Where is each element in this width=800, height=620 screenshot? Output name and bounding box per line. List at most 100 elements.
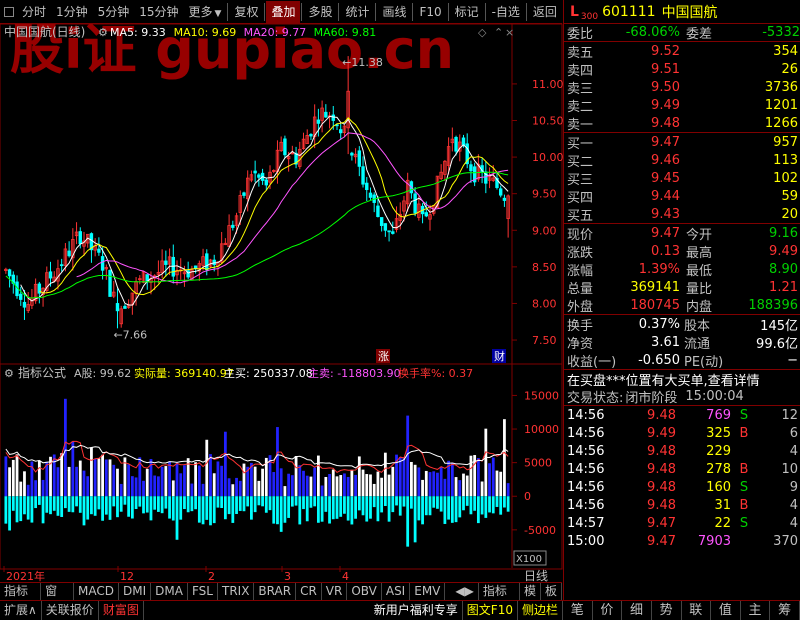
buy-volume-bar xyxy=(97,458,101,497)
period-2-button[interactable]: 5分钟 xyxy=(93,1,135,23)
indicator-tab-4[interactable]: DMA xyxy=(151,583,188,600)
sell-volume-bar xyxy=(428,496,432,516)
indicator-tab-7[interactable]: BRAR xyxy=(254,583,297,600)
tick-row: 14:56 9.48 160 S 9 xyxy=(564,478,800,496)
sell-volume-bar xyxy=(238,496,242,511)
panel-toggle-checkbox[interactable] xyxy=(4,6,14,17)
period-1-button[interactable]: 1分钟 xyxy=(51,1,93,23)
price-tick-label: 9.50 xyxy=(532,188,557,201)
diamond-icon[interactable]: ◇ xyxy=(478,26,487,39)
sell-volume-bar xyxy=(71,496,75,513)
indicator-tab-3[interactable]: DMI xyxy=(119,583,152,600)
tick-volume: 325 xyxy=(706,425,731,441)
right-tab-2[interactable]: 细 xyxy=(622,601,652,620)
bottom-right-item-1[interactable]: 图文F10 xyxy=(463,601,518,620)
right-tab-3[interactable]: 势 xyxy=(652,601,682,620)
indicator-tab-0[interactable]: 指标A xyxy=(0,583,42,615)
tool-0-button[interactable]: 复权 xyxy=(229,1,263,23)
candle-body xyxy=(171,256,175,277)
indicator-tab-2[interactable]: MACD xyxy=(74,583,120,600)
sell-volume-bar xyxy=(387,496,391,522)
indicator-tick-label: 15000 xyxy=(524,389,559,402)
indicator-menu-icon[interactable]: ⚙ xyxy=(4,367,14,380)
tool-6-button[interactable]: 标记 xyxy=(450,1,484,23)
right-tab-0[interactable]: 笔 xyxy=(563,601,593,620)
period-4-button[interactable]: 更多 ▼ xyxy=(184,1,227,23)
buy-order-row: 买三 9.45 102 xyxy=(564,169,800,188)
indicator-b-tab-2[interactable]: 板 xyxy=(541,583,563,600)
right-tab-4[interactable]: 联 xyxy=(682,601,712,620)
sell-volume-bar xyxy=(205,496,209,520)
indicator-tab-9[interactable]: VR xyxy=(322,583,348,600)
bottom-right-item-0[interactable]: 新用户福利专享 xyxy=(370,601,463,620)
right-tab-1[interactable]: 价 xyxy=(593,601,623,620)
candle-body xyxy=(231,224,235,228)
sell-volume-bar xyxy=(235,496,238,514)
sell-volume-bar xyxy=(194,496,198,510)
buy-volume-bar xyxy=(398,457,402,497)
bottom-left-item-1[interactable]: 关联报价 xyxy=(42,601,99,620)
indicator-b-tab-1[interactable]: 模 xyxy=(520,583,541,600)
tool-5-button[interactable]: F10 xyxy=(414,1,446,23)
settings-icon[interactable]: ⚙ xyxy=(98,26,108,39)
buy-volume-bar xyxy=(506,483,510,497)
bottom-left-item-0[interactable]: 扩展∧ xyxy=(0,601,42,620)
bottom-right-item-2[interactable]: 侧边栏 xyxy=(518,601,563,620)
tool-4-button[interactable]: 画线 xyxy=(377,1,411,23)
kline-chart-area[interactable]: 股i证 gupiao.cn中国国航(日线) ⚙ MA5: 9.33 MA10: 9.6… xyxy=(0,0,563,582)
indicator-tab-5[interactable]: FSL xyxy=(188,583,218,600)
sell-volume-bar xyxy=(506,496,510,512)
indicator-tab-10[interactable]: OBV xyxy=(347,583,382,600)
tool-7-button[interactable]: -自选 xyxy=(487,1,525,23)
right-tab-5[interactable]: 值 xyxy=(711,601,741,620)
close-icon[interactable]: × xyxy=(505,26,514,39)
indicator-tab-11[interactable]: ASI xyxy=(382,583,411,600)
buy-volume-bar xyxy=(11,459,15,497)
tick-volume: 7903 xyxy=(697,533,731,549)
up-icon[interactable]: ⌃ xyxy=(494,26,503,39)
indicator-b-tab-0[interactable]: 指标B xyxy=(479,583,520,615)
tool-3-button[interactable]: 统计 xyxy=(340,1,374,23)
sell-volume-bar xyxy=(480,496,484,515)
period-3-button[interactable]: 15分钟 xyxy=(134,1,183,23)
indicator-tab-8[interactable]: CR xyxy=(296,583,322,600)
sell-volume-bar xyxy=(60,496,64,517)
stock-mark: L xyxy=(570,3,579,20)
sell-order-price: 9.48 xyxy=(651,115,680,131)
candle-body xyxy=(22,301,27,308)
buy-volume-bar xyxy=(205,439,209,497)
tool-2-button[interactable]: 多股 xyxy=(303,1,337,23)
buy-order-volume: 113 xyxy=(773,152,798,168)
buy-volume-bar xyxy=(294,456,298,497)
sell-order-volume: 354 xyxy=(773,43,798,59)
right-tab-6[interactable]: 主 xyxy=(741,601,771,620)
sell-orders: 卖五 9.52 354 卖四 9.51 26 卖三 9.50 3736 卖二 9.49 1201 卖一 9… xyxy=(564,42,800,133)
candle-body xyxy=(59,264,64,267)
sell-volume-bar xyxy=(447,496,451,520)
finance-value: 3.61 xyxy=(651,334,680,350)
tab-scroll-icon[interactable]: ◀▶ xyxy=(451,583,479,600)
notice-row[interactable]: 在买盘***位置有大买单,查看详情 xyxy=(564,370,800,389)
buy-volume-bar xyxy=(476,458,480,497)
indicator-tab-6[interactable]: TRIX xyxy=(218,583,255,600)
tick-count: 9 xyxy=(789,479,798,495)
tick-side: B xyxy=(739,425,749,441)
tick-side: S xyxy=(739,479,749,495)
tick-count: 4 xyxy=(789,515,798,531)
period-0-button[interactable]: 分时 xyxy=(17,1,51,23)
tool-1-button[interactable]: 叠加 xyxy=(266,0,301,23)
indicator-tab-1[interactable]: 窗口 xyxy=(41,583,75,615)
indicator-tab-12[interactable]: EMV xyxy=(410,583,446,600)
tool-8-button[interactable]: 返回 xyxy=(528,1,562,23)
candle-body xyxy=(424,212,428,217)
candle-body xyxy=(97,248,101,253)
sell-volume-bar xyxy=(26,496,30,520)
right-tab-7[interactable]: 筹 xyxy=(770,601,800,620)
buy-volume-bar xyxy=(45,461,49,497)
sell-volume-bar xyxy=(127,496,131,517)
candle-body xyxy=(78,231,82,245)
bottom-left-item-2[interactable]: 财富图 xyxy=(99,601,144,620)
buy-volume-bar xyxy=(380,477,384,497)
big-order-notice[interactable]: 在买盘***位置有大买单,查看详情 xyxy=(567,370,760,389)
quote-row: 涨幅 1.39% 最低 8.90 xyxy=(564,260,800,279)
